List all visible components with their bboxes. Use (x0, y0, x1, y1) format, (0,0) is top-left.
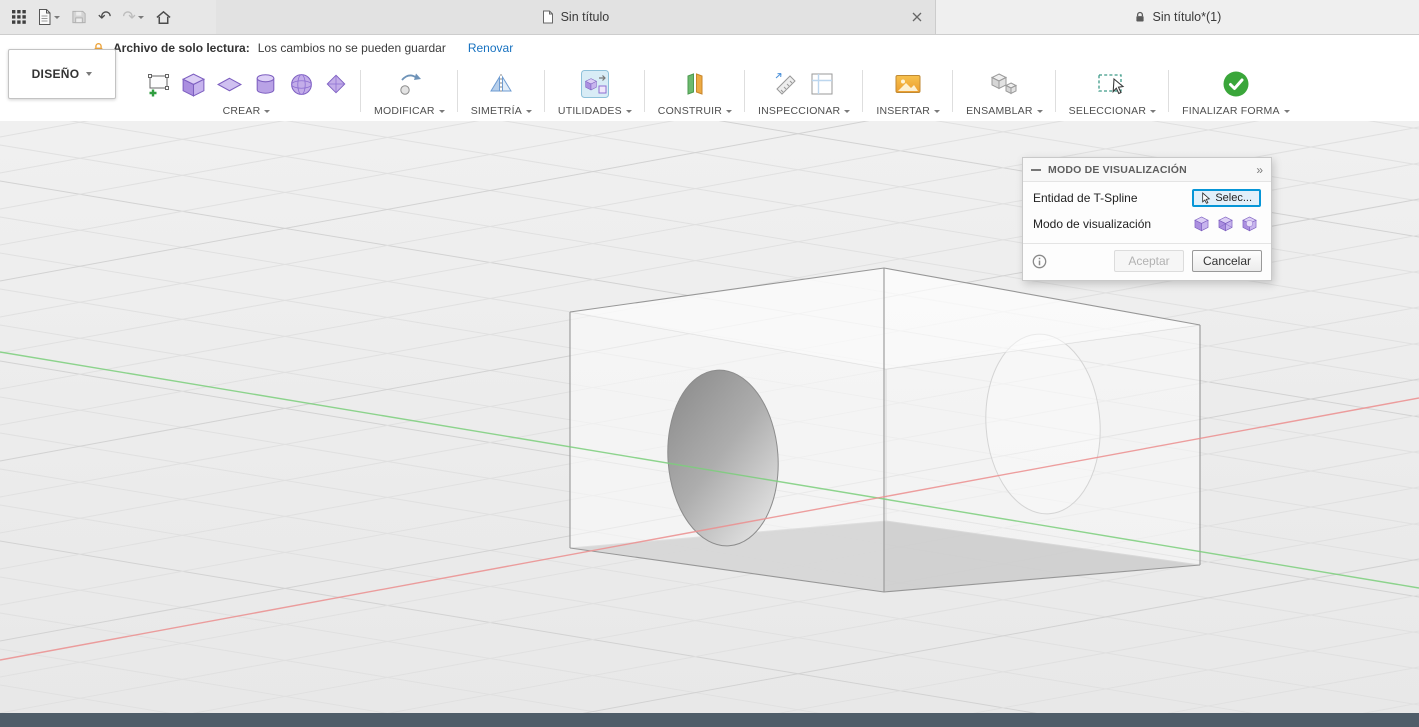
ribbon-group-seleccionar: SELECCIONAR (1056, 61, 1170, 121)
close-icon[interactable] (912, 11, 923, 22)
mirror-icon[interactable] (488, 71, 514, 97)
display-mode-control-icon[interactable] (1217, 215, 1234, 232)
group-label-inspeccionar[interactable]: INSPECCIONAR (758, 105, 851, 117)
display-mode-options (1193, 215, 1261, 232)
ribbon-group-inspeccionar: INSPECCIONAR (745, 61, 864, 121)
insert-image-icon[interactable] (894, 71, 922, 97)
ribbon-group-ensamblar: ENSAMBLAR (953, 61, 1056, 121)
dropdown-caret-icon (1036, 109, 1043, 113)
lock-icon (1134, 11, 1146, 23)
group-label-ensamblar[interactable]: ENSAMBLAR (966, 105, 1043, 117)
workspace-selector[interactable]: DISEÑO (8, 49, 116, 99)
workspace-caret-icon (86, 72, 93, 76)
tab-title: Sin título (560, 10, 610, 24)
dropdown-caret-icon (264, 109, 271, 113)
ribbon-group-insertar: INSERTAR (863, 61, 953, 121)
collapse-icon[interactable] (1031, 168, 1041, 171)
quick-access-toolbar: ↶ ↷ (0, 0, 216, 34)
ribbon-group-construir: CONSTRUIR (645, 61, 746, 121)
construct-plane-icon[interactable] (682, 71, 708, 97)
file-menu-caret-icon (54, 15, 60, 19)
document-tabs: Sin título Sin título*(1) (216, 0, 1419, 34)
undo-icon[interactable]: ↶ (98, 9, 111, 25)
save-icon[interactable] (71, 9, 87, 25)
readonly-title: Archivo de solo lectura: (113, 41, 250, 55)
dropdown-caret-icon (525, 109, 532, 113)
dropdown-caret-icon (934, 109, 941, 113)
ribbon-group-modificar: MODIFICAR (361, 61, 458, 121)
viewport-bottom-edge (0, 713, 1419, 727)
group-label-insertar[interactable]: INSERTAR (876, 105, 941, 117)
tspline-entity-select-button[interactable]: Selec... (1192, 189, 1261, 207)
cursor-icon (1201, 192, 1211, 204)
document-tab-2[interactable]: Sin título*(1) (935, 0, 1419, 34)
utilities-icon[interactable] (580, 69, 610, 99)
expand-icon[interactable]: » (1256, 164, 1263, 176)
topbar: ↶ ↷ Sin título Sin título*(1) (0, 0, 1419, 35)
ribbon-group-utilidades: UTILIDADES (545, 61, 645, 121)
tspline-entity-label: Entidad de T-Spline (1033, 191, 1138, 205)
cylinder-icon[interactable] (252, 71, 279, 98)
group-label-seleccionar[interactable]: SELECCIONAR (1069, 105, 1157, 117)
display-mode-label: Modo de visualización (1033, 216, 1152, 231)
dialog-header[interactable]: MODO DE VISUALIZACIÓN » (1023, 158, 1271, 182)
apps-grid-icon[interactable] (12, 10, 26, 24)
accept-button[interactable]: Aceptar (1114, 250, 1184, 272)
assemble-icon[interactable] (990, 71, 1018, 97)
group-label-utilidades[interactable]: UTILIDADES (558, 105, 632, 117)
dropdown-caret-icon (726, 109, 732, 113)
dropdown-caret-icon (1283, 109, 1290, 113)
quadball-icon[interactable] (324, 72, 348, 96)
workspace-label: DISEÑO (31, 67, 80, 81)
file-menu-icon[interactable] (37, 8, 60, 26)
group-label-construir[interactable]: CONSTRUIR (658, 105, 732, 117)
ribbon-group-finalizar-forma: FINALIZAR FORMA (1169, 61, 1303, 121)
dropdown-caret-icon (1150, 109, 1157, 113)
display-mode-dialog: MODO DE VISUALIZACIÓN » Entidad de T-Spl… (1022, 157, 1272, 281)
ribbon-toolbar: CREAR MODIFICAR SIMETRÍA UTILIDADES CONS… (0, 61, 1419, 122)
home-icon[interactable] (155, 9, 172, 25)
document-icon (542, 10, 553, 24)
edit-form-icon[interactable] (395, 70, 423, 98)
select-box-icon[interactable] (1097, 69, 1127, 99)
info-icon[interactable] (1032, 254, 1047, 269)
redo-caret-icon (137, 15, 144, 19)
group-label-modificar[interactable]: MODIFICAR (374, 105, 445, 117)
finish-form-check-icon[interactable] (1221, 69, 1251, 99)
tab-title: Sin título*(1) (1152, 10, 1222, 24)
dropdown-caret-icon (625, 109, 632, 113)
create-form-icon[interactable] (145, 71, 171, 97)
group-label-simetria[interactable]: SIMETRÍA (471, 105, 532, 117)
ribbon-group-crear: CREAR (132, 61, 361, 121)
dialog-title: MODO DE VISUALIZACIÓN (1048, 163, 1187, 176)
group-label-finalizar-forma[interactable]: FINALIZAR FORMA (1182, 105, 1290, 117)
renew-link[interactable]: Renovar (468, 41, 513, 55)
sphere-icon[interactable] (288, 71, 315, 98)
display-mode-smooth-icon[interactable] (1241, 215, 1258, 232)
measure-icon[interactable] (774, 71, 800, 97)
dropdown-caret-icon (844, 109, 851, 113)
readonly-message: Los cambios no se pueden guardar (257, 41, 446, 55)
cancel-button[interactable]: Cancelar (1192, 250, 1262, 272)
section-icon[interactable] (809, 71, 835, 97)
dropdown-caret-icon (438, 109, 445, 113)
ribbon-group-simetria: SIMETRÍA (458, 61, 546, 121)
document-tab-1[interactable]: Sin título (216, 0, 936, 34)
plane-icon[interactable] (216, 71, 243, 98)
group-label-crear[interactable]: CREAR (223, 105, 271, 117)
display-mode-box-icon[interactable] (1193, 215, 1210, 232)
box-icon[interactable] (180, 71, 207, 98)
readonly-banner: Archivo de solo lectura: Los cambios no … (0, 35, 1419, 61)
redo-icon[interactable]: ↷ (122, 9, 144, 25)
